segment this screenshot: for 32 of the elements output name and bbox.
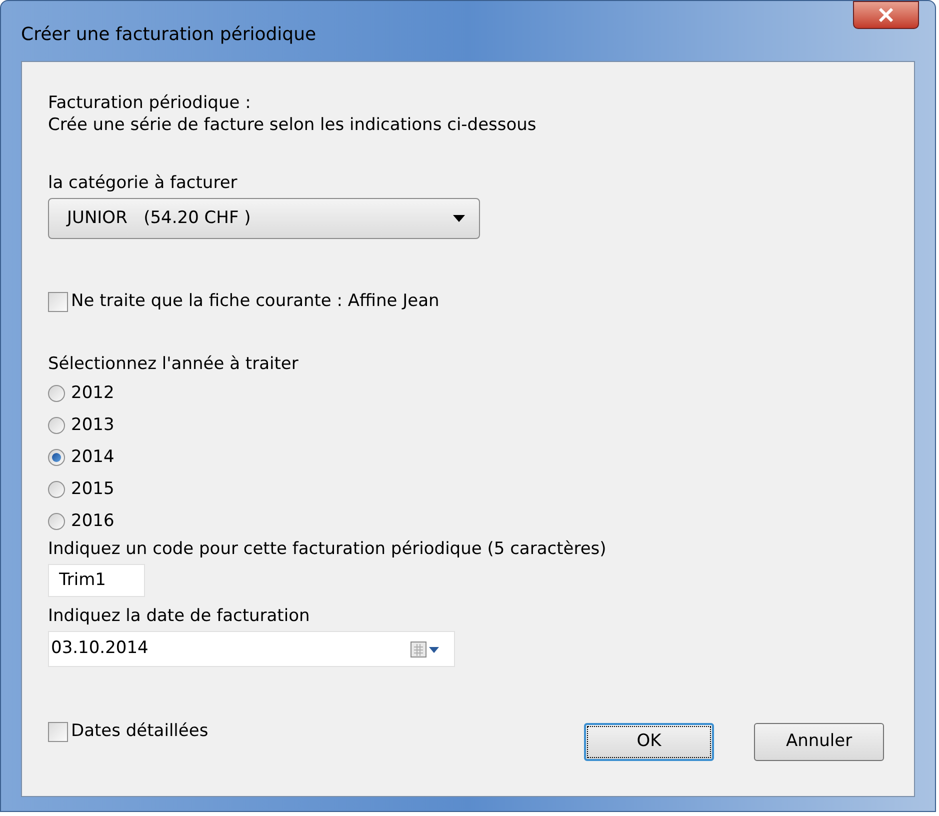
code-input[interactable]: Trim1 — [48, 564, 145, 596]
field-label: Indiquez un code pour cette facturation périodique (5 caractères) — [48, 538, 608, 560]
radio-label: 2012 — [71, 382, 114, 405]
dialog-button[interactable]: OK — [584, 722, 714, 760]
radio-button[interactable] — [48, 385, 65, 402]
field-label: Indiquez la date de facturation — [48, 604, 311, 626]
field-label: la catégorie à facturer — [48, 172, 238, 194]
date-field[interactable]: 03.10.2014 — [48, 630, 455, 666]
radio-label: 2013 — [71, 414, 114, 437]
radio-button[interactable] — [48, 513, 65, 530]
date-value: 03.10.2014 — [51, 636, 148, 660]
close-icon — [878, 8, 894, 22]
dialog-button[interactable]: Annuler — [754, 722, 884, 760]
checkbox[interactable] — [48, 292, 68, 312]
checkbox-label: Ne traite que la fiche courante : Affine Jean — [71, 290, 440, 313]
intro-description: Crée une série de facture selon les indications ci-dessous — [48, 114, 538, 136]
checkbox[interactable] — [48, 722, 68, 742]
radio-label: 2016 — [71, 510, 114, 533]
close-button[interactable] — [853, 1, 919, 29]
radio-button[interactable] — [48, 417, 65, 434]
caret-icon — [453, 215, 465, 222]
checkbox-label: Dates détaillées — [71, 720, 208, 743]
radio-label: 2015 — [71, 478, 114, 501]
category-dropdown[interactable]: JUNIOR (54.20 CHF ) — [48, 198, 480, 239]
radio-button[interactable] — [48, 449, 65, 466]
dropdown-value: JUNIOR (54.20 CHF ) — [67, 206, 251, 230]
radio-button[interactable] — [48, 481, 65, 498]
field-label: Sélectionnez l'année à traiter — [48, 352, 300, 374]
calendar-dropdown-icon — [410, 640, 440, 658]
radio-label: 2014 — [71, 446, 114, 469]
intro-heading: Facturation périodique : — [48, 92, 252, 114]
window-title: Créer une facturation périodique — [21, 23, 316, 47]
